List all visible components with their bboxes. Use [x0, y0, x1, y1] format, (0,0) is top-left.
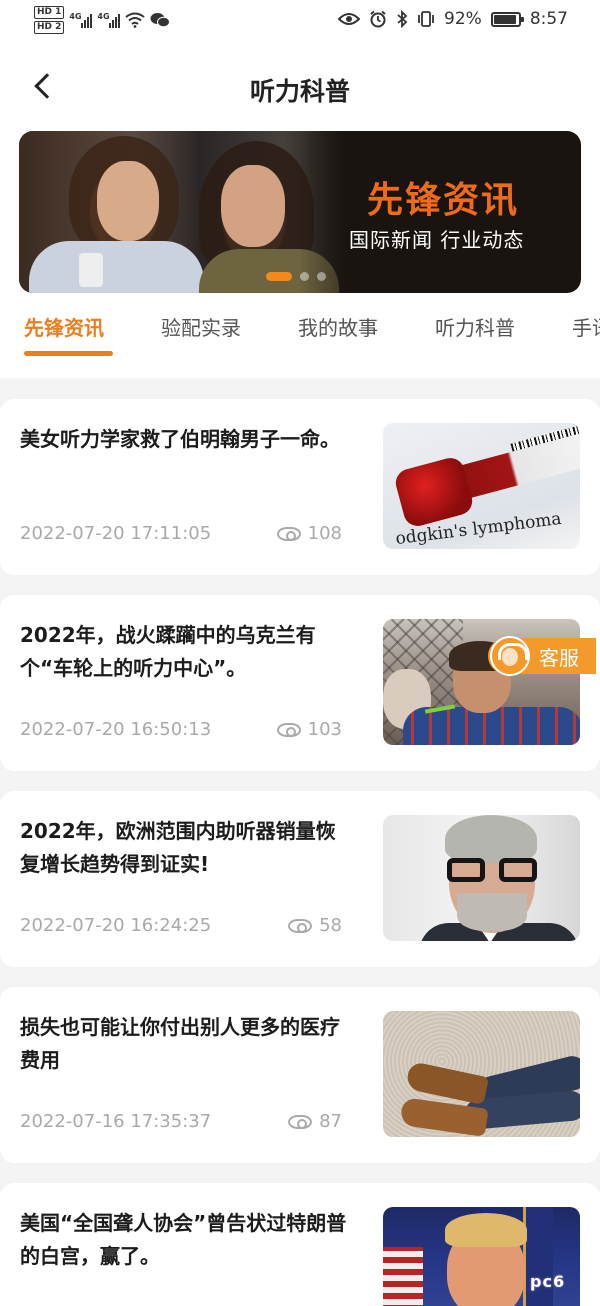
- article-title: 2022年，战火蹂躏中的乌克兰有个“车轮上的听力中心”。: [20, 623, 316, 680]
- bluetooth-icon: [397, 10, 408, 28]
- tab-pioneer-news[interactable]: 先锋资讯: [24, 312, 104, 341]
- eye-comfort-icon: [338, 13, 361, 25]
- article-thumbnail: odgkin's lymphoma: [383, 423, 580, 549]
- banner-carousel[interactable]: 先锋资讯 国际新闻 行业动态: [19, 131, 581, 293]
- article-date: 2022-07-20 16:24:25: [20, 915, 212, 936]
- battery-icon: [490, 11, 524, 27]
- hd2-indicator: HD 2: [34, 21, 65, 34]
- article-card[interactable]: 2022年，欧洲范围内助听器销量恢复增长趋势得到证实! 2022-07-20 1…: [0, 791, 600, 967]
- battery-percent: 92%: [444, 9, 482, 29]
- clock: 8:57: [529, 9, 568, 29]
- eye-icon: [288, 918, 313, 933]
- customer-service-button[interactable]: 客服: [488, 636, 596, 676]
- battery-level: [493, 14, 516, 24]
- eye-icon: [288, 1114, 313, 1129]
- tab-sign-language[interactable]: 手语: [572, 312, 600, 341]
- banner-subtitle: 国际新闻 行业动态: [349, 228, 525, 252]
- tab-hearing-science[interactable]: 听力科普: [435, 312, 515, 341]
- article-title: 美国“全国聋人协会”曾告状过特朗普的白宫，赢了。: [20, 1211, 347, 1268]
- hd-indicators: HD 1 HD 2: [34, 6, 65, 34]
- support-agent-icon: [490, 636, 530, 676]
- eye-icon: [276, 526, 301, 541]
- alarm-icon: [370, 10, 386, 28]
- article-views: 103: [276, 719, 342, 740]
- page-title: 听力科普: [249, 77, 350, 106]
- network-type-1: 4G: [69, 12, 82, 21]
- article-date: 2022-07-20 16:50:13: [20, 719, 212, 740]
- article-thumbnail: [383, 1011, 580, 1137]
- signal-1-icon: 4G: [69, 12, 93, 28]
- view-count: 58: [319, 915, 342, 936]
- active-tab-indicator: [24, 351, 113, 356]
- category-tabs: 先锋资讯 验配实录 我的故事 听力科普 手语: [0, 296, 600, 368]
- article-date: 2022-07-16 17:35:37: [20, 1111, 212, 1132]
- article-views: 108: [276, 523, 342, 544]
- article-title: 2022年，欧洲范围内助听器销量恢复增长趋势得到证实!: [20, 819, 336, 876]
- signal-2-icon: 4G: [97, 12, 121, 28]
- status-right: 92% 8:57: [338, 9, 568, 29]
- carousel-dot[interactable]: [266, 272, 292, 281]
- carousel-dot[interactable]: [300, 272, 309, 281]
- carousel-dot[interactable]: [317, 272, 326, 281]
- status-left: HD 1 HD 2 4G 4G: [34, 6, 171, 34]
- wifi-icon: [125, 12, 146, 28]
- article-card[interactable]: 2022年，战火蹂躏中的乌克兰有个“车轮上的听力中心”。 2022-07-20 …: [0, 595, 600, 771]
- network-type-2: 4G: [97, 12, 110, 21]
- article-title: 损失也可能让你付出别人更多的医疗费用: [20, 1015, 340, 1072]
- header: 听力科普: [0, 60, 600, 116]
- article-title: 美女听力学家救了伯明翰男子一命。: [20, 427, 340, 451]
- article-views: 58: [288, 915, 342, 936]
- view-count: 108: [307, 523, 342, 544]
- tab-my-story[interactable]: 我的故事: [298, 312, 378, 341]
- article-thumbnail: [383, 1207, 580, 1306]
- wechat-icon: [150, 13, 171, 28]
- hd1-indicator: HD 1: [34, 6, 65, 19]
- vibrate-icon: [418, 11, 434, 27]
- customer-service-label: 客服: [539, 645, 579, 670]
- tab-fitting-records[interactable]: 验配实录: [161, 312, 241, 341]
- article-card[interactable]: 损失也可能让你付出别人更多的医疗费用 2022-07-16 17:35:37 8…: [0, 987, 600, 1163]
- eye-icon: [276, 722, 301, 737]
- article-card[interactable]: 美国“全国聋人协会”曾告状过特朗普的白宫，赢了。: [0, 1183, 600, 1306]
- article-date: 2022-07-20 17:11:05: [20, 523, 212, 544]
- view-count: 103: [307, 719, 342, 740]
- article-views: 87: [288, 1111, 342, 1132]
- watermark-logo: pc6: [530, 1272, 566, 1291]
- status-bar: HD 1 HD 2 4G 4G 92% 8:57: [0, 0, 600, 44]
- article-card[interactable]: 美女听力学家救了伯明翰男子一命。 2022-07-20 17:11:05 108…: [0, 399, 600, 575]
- view-count: 87: [319, 1111, 342, 1132]
- banner-title: 先锋资讯: [367, 180, 520, 221]
- carousel-indicator: [266, 272, 326, 281]
- article-thumbnail: [383, 815, 580, 941]
